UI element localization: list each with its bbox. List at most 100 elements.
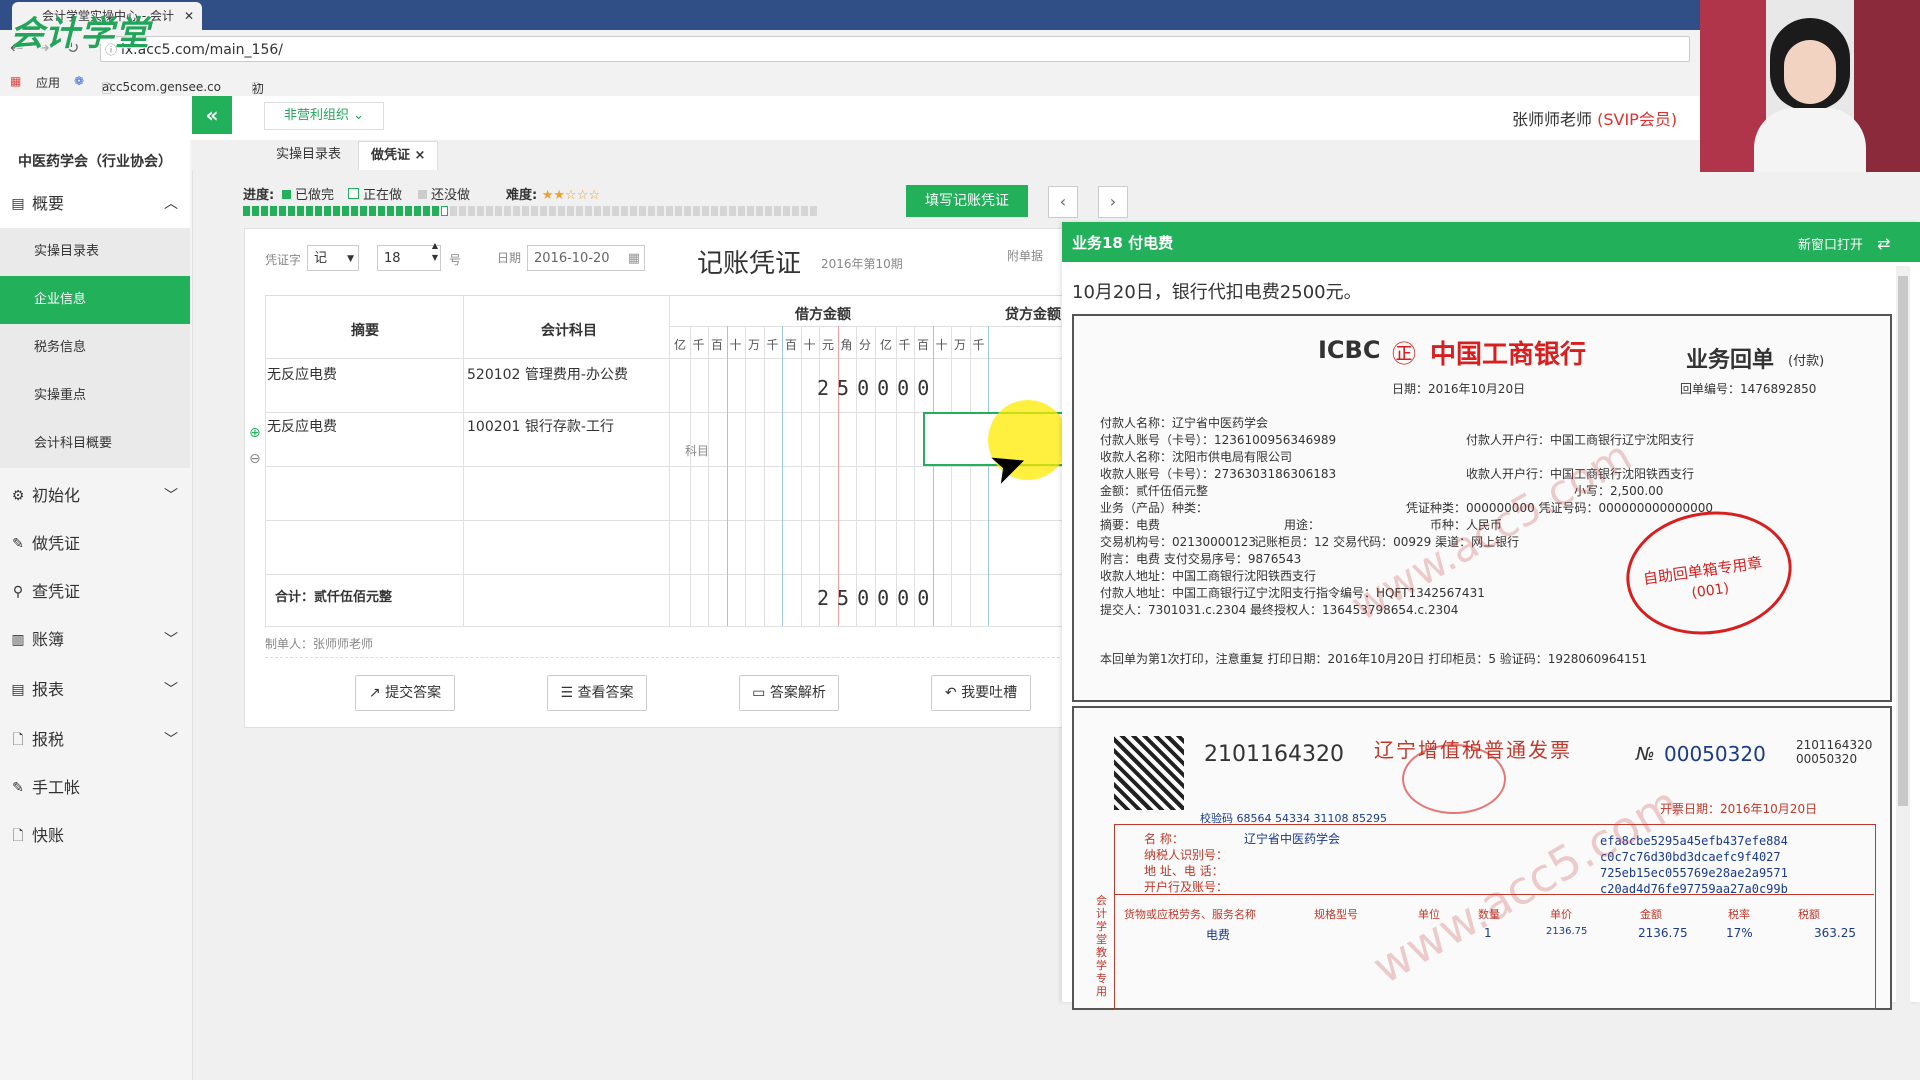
- open-new-window-button[interactable]: 新窗口打开 ⇄: [1798, 234, 1891, 253]
- tab-label: 做凭证: [371, 148, 411, 163]
- col-account: 会计科目: [541, 323, 597, 339]
- row-summary[interactable]: 无反应电费: [267, 364, 337, 384]
- progress-segment: [513, 206, 520, 216]
- receipt-line: 收款人地址：中国工商银行沈阳铁西支行: [1100, 569, 1317, 583]
- tab-catalog[interactable]: 实操目录表: [264, 141, 353, 169]
- progress-segment: [522, 206, 529, 216]
- progress-segment: [315, 206, 322, 216]
- progress-segment: [450, 206, 457, 216]
- sidebar-section-tax[interactable]: 🗋 报税 ﹀: [0, 716, 190, 764]
- sidebar-section-quick[interactable]: 🗋 快账: [0, 812, 190, 860]
- sidebar-item-label: 企业信息: [34, 292, 87, 307]
- sidebar-section-label: 做凭证: [32, 534, 81, 553]
- voucher-number-input[interactable]: 18 ▲ ▼: [377, 241, 441, 271]
- close-tab-icon[interactable]: ✕: [184, 2, 194, 30]
- answer-analysis-button[interactable]: ▭ 答案解析: [739, 675, 839, 711]
- chevron-down-icon: ﹀: [164, 682, 178, 698]
- add-row-icon[interactable]: ⊕: [249, 425, 261, 441]
- row-debit-amount[interactable]: 250000: [817, 376, 937, 400]
- col-goods: 货物或应税劳务、服务名称: [1124, 908, 1256, 921]
- progress-segment: [720, 206, 727, 216]
- voucher-word-select[interactable]: 记 ▼: [307, 245, 359, 271]
- sidebar-section-search-voucher[interactable]: ⚲ 查凭证: [0, 568, 190, 616]
- fill-voucher-button[interactable]: 填写记账凭证: [906, 185, 1028, 217]
- progress-segment: [801, 206, 808, 216]
- sidebar-section-init[interactable]: ⚙ 初始化 ﹀: [0, 472, 190, 520]
- progress-segment: [585, 206, 592, 216]
- col-summary: 摘要: [351, 323, 379, 339]
- next-button[interactable]: ›: [1098, 186, 1128, 218]
- stepper-icon[interactable]: ▲ ▼: [432, 240, 438, 264]
- progress-segment: [765, 206, 772, 216]
- total-label: 合计：贰仟伍佰元整: [275, 590, 393, 605]
- scrollbar-thumb[interactable]: [1898, 276, 1908, 806]
- buyer-tax-label: 纳税人识别号：: [1144, 848, 1229, 862]
- progress-segment: [648, 206, 655, 216]
- difficulty: 难度: ★★☆☆☆: [506, 184, 600, 203]
- progress-segment: [432, 206, 439, 216]
- progress-segment: [306, 206, 313, 216]
- col-amount: 金额: [1640, 908, 1662, 921]
- progress-segment: [495, 206, 502, 216]
- bookmark-apps[interactable]: 应用: [36, 74, 60, 91]
- collapse-sidebar-button[interactable]: «: [192, 96, 232, 134]
- row-account[interactable]: 520102 管理费用-办公费: [467, 364, 628, 384]
- item-rate: 17%: [1726, 926, 1753, 940]
- digit-header: 十: [803, 338, 816, 352]
- col-tax: 税额: [1798, 908, 1820, 921]
- url-input[interactable]: ⓘ lx.acc5.com/main_156/: [100, 36, 1690, 62]
- progress-segment: [369, 206, 376, 216]
- progress-segment: [792, 206, 799, 216]
- tab-make-voucher[interactable]: 做凭证 ×: [358, 141, 439, 170]
- sidebar-section-reports[interactable]: ▤ 报表 ﹀: [0, 666, 190, 714]
- feedback-button[interactable]: ↶ 我要吐槽: [931, 675, 1031, 711]
- sidebar-section-make-voucher[interactable]: ✎ 做凭证: [0, 520, 190, 568]
- close-icon[interactable]: ×: [415, 148, 426, 163]
- sidebar-section-manual[interactable]: ✎ 手工帐: [0, 764, 190, 812]
- digit-grid-line: [988, 326, 989, 626]
- voucher-date-input[interactable]: 2016-10-20 ▦: [527, 245, 645, 271]
- digit-header: 百: [710, 338, 723, 352]
- sidebar-section-ledger[interactable]: ▥ 账簿 ﹀: [0, 616, 190, 664]
- sidebar-item-tax-info[interactable]: 税务信息: [0, 324, 190, 372]
- external-link-icon: ↗: [368, 685, 386, 701]
- sidebar-item-catalog[interactable]: 实操目录表: [0, 228, 190, 276]
- sidebar-item-account-overview[interactable]: 会计科目概要: [0, 420, 190, 468]
- book-icon: ▥: [11, 632, 25, 648]
- digit-grid-line: [708, 326, 709, 626]
- digit-grid-line: [763, 326, 765, 626]
- apps-icon[interactable]: ▦: [10, 74, 21, 88]
- prev-button[interactable]: ‹: [1048, 186, 1078, 218]
- submit-answer-button[interactable]: ↗ 提交答案: [355, 675, 455, 711]
- progress-segment: [612, 206, 619, 216]
- receipt-line: 收款人账号（卡号）：2736303186306183: [1100, 467, 1337, 481]
- difficulty-label: 难度:: [506, 188, 538, 203]
- remove-row-icon[interactable]: ⊖: [249, 451, 261, 467]
- progress-segment: [279, 206, 286, 216]
- receipt-date: 日期：2016年10月20日: [1392, 382, 1526, 396]
- file-icon: 🗋: [12, 732, 24, 748]
- progress-segment: [423, 206, 430, 216]
- progress-segment: [558, 206, 565, 216]
- view-answer-button[interactable]: ☰ 查看答案: [547, 675, 647, 711]
- progress-segment: [459, 206, 466, 216]
- row-summary[interactable]: 无反应电费: [267, 416, 337, 436]
- button-label: 查看答案: [577, 685, 634, 701]
- row-account[interactable]: 100201 银行存款-工行: [467, 416, 614, 436]
- task-description: 10月20日，银行代扣电费2500元。: [1072, 282, 1362, 303]
- gear-icon: ⚙: [11, 488, 25, 504]
- sidebar-item-key-points[interactable]: 实操重点: [0, 372, 190, 420]
- sidebar-item-company-info[interactable]: 企业信息: [0, 276, 190, 324]
- receipt-subtitle: (付款): [1788, 354, 1825, 369]
- org-type-select[interactable]: 非营利组织 ⌄: [264, 102, 384, 130]
- sidebar-section-label: 查凭证: [32, 582, 81, 601]
- receipt-line: 摘要：电费: [1100, 518, 1161, 532]
- progress-segment: [468, 206, 475, 216]
- col-rate: 税率: [1728, 908, 1750, 921]
- progress-segment: [603, 206, 610, 216]
- cipher-line: 725eb15ec055769e28ae2a9571: [1600, 866, 1788, 880]
- chevron-down-icon: ﹀: [164, 732, 178, 748]
- user-info[interactable]: 张师师老师 (SVIP会员): [1512, 106, 1677, 130]
- sidebar-section-overview[interactable]: ▤ 概要 ︿: [0, 180, 190, 228]
- calendar-icon[interactable]: ▦: [628, 246, 640, 272]
